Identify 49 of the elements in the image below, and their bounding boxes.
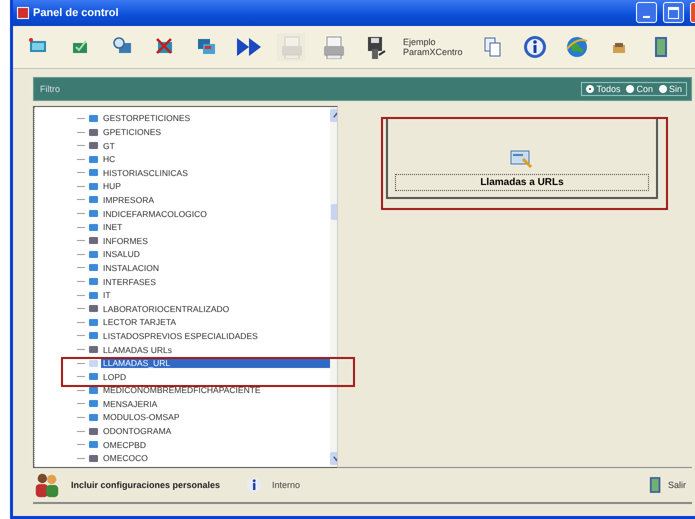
radio-icon[interactable]: [626, 84, 634, 93]
tree-item[interactable]: HUP: [101, 181, 123, 192]
minimize-button[interactable]: [636, 2, 657, 24]
tree-item[interactable]: GESTORPETICIONES: [101, 113, 192, 124]
info-icon: [523, 34, 547, 59]
printer-icon: [321, 34, 345, 59]
tree-item[interactable]: OMECOCO: [101, 453, 150, 464]
tree-item[interactable]: MODULOS-OMSAP: [101, 412, 182, 422]
tree-item[interactable]: OMECPBD: [101, 440, 148, 450]
radio-option[interactable]: Todos: [586, 84, 620, 94]
app-icon: [17, 6, 29, 19]
filter-label: Filtro: [40, 84, 60, 94]
tree-item[interactable]: INDICEFARMACOLOGICO: [101, 208, 209, 219]
window-edit-icon: [510, 148, 534, 169]
tree-item[interactable]: GPETICIONES: [101, 127, 164, 138]
radio-option[interactable]: Con: [626, 84, 653, 94]
tree-item[interactable]: INET: [101, 222, 124, 232]
radio-option[interactable]: Sin: [658, 84, 682, 94]
printer-icon: [279, 34, 303, 59]
tree-item[interactable]: GT: [101, 140, 117, 151]
personal-settings-label[interactable]: Incluir configuraciones personales: [71, 480, 220, 490]
tree-item[interactable]: LABORATORIOCENTRALIZADO: [101, 304, 232, 314]
tree-item[interactable]: MEDICONOMBREMEDFICHAPACIENTE: [101, 385, 263, 396]
tree-item[interactable]: INTERFASES: [101, 276, 158, 287]
internal-label[interactable]: Interno: [272, 480, 300, 490]
radio-icon[interactable]: [658, 84, 667, 93]
radio-icon[interactable]: [586, 84, 594, 93]
tree-item[interactable]: LLAMADAS URLs: [101, 344, 174, 355]
toolbar-link[interactable]: Ejemplo ParamXCentro: [403, 36, 465, 57]
tree-item[interactable]: LOPD: [101, 372, 128, 382]
tree-item[interactable]: INSTALACION: [101, 262, 162, 273]
maximize-button[interactable]: [663, 2, 684, 24]
tree-item[interactable]: INFORMES: [101, 236, 150, 246]
tree-item[interactable]: HC: [101, 154, 118, 164]
globe-icon: [565, 34, 589, 59]
window-title: Panel de control: [33, 6, 119, 19]
tree-item[interactable]: LECTOR TARJETA: [101, 317, 178, 328]
door-icon: [648, 476, 663, 494]
tree-item[interactable]: IMPRESORA: [101, 194, 156, 205]
tree-item[interactable]: ODONTOGRAMA: [101, 426, 174, 436]
tree-item[interactable]: LISTADOSPREVIOS ESPECIALIDADES: [101, 330, 260, 341]
tree-item[interactable]: HISTORIASCLINICAS: [101, 168, 190, 178]
tree-item[interactable]: IT: [101, 290, 113, 300]
exit-button[interactable]: Salir: [644, 476, 686, 494]
tree-item[interactable]: MENSAJERIA: [101, 398, 160, 409]
tree-item[interactable]: LLAMADAS_URL: [101, 358, 330, 368]
info-icon: [246, 476, 262, 493]
tree-item[interactable]: INSALUD: [101, 249, 142, 260]
option-button[interactable]: Llamadas a URLs: [386, 116, 658, 199]
